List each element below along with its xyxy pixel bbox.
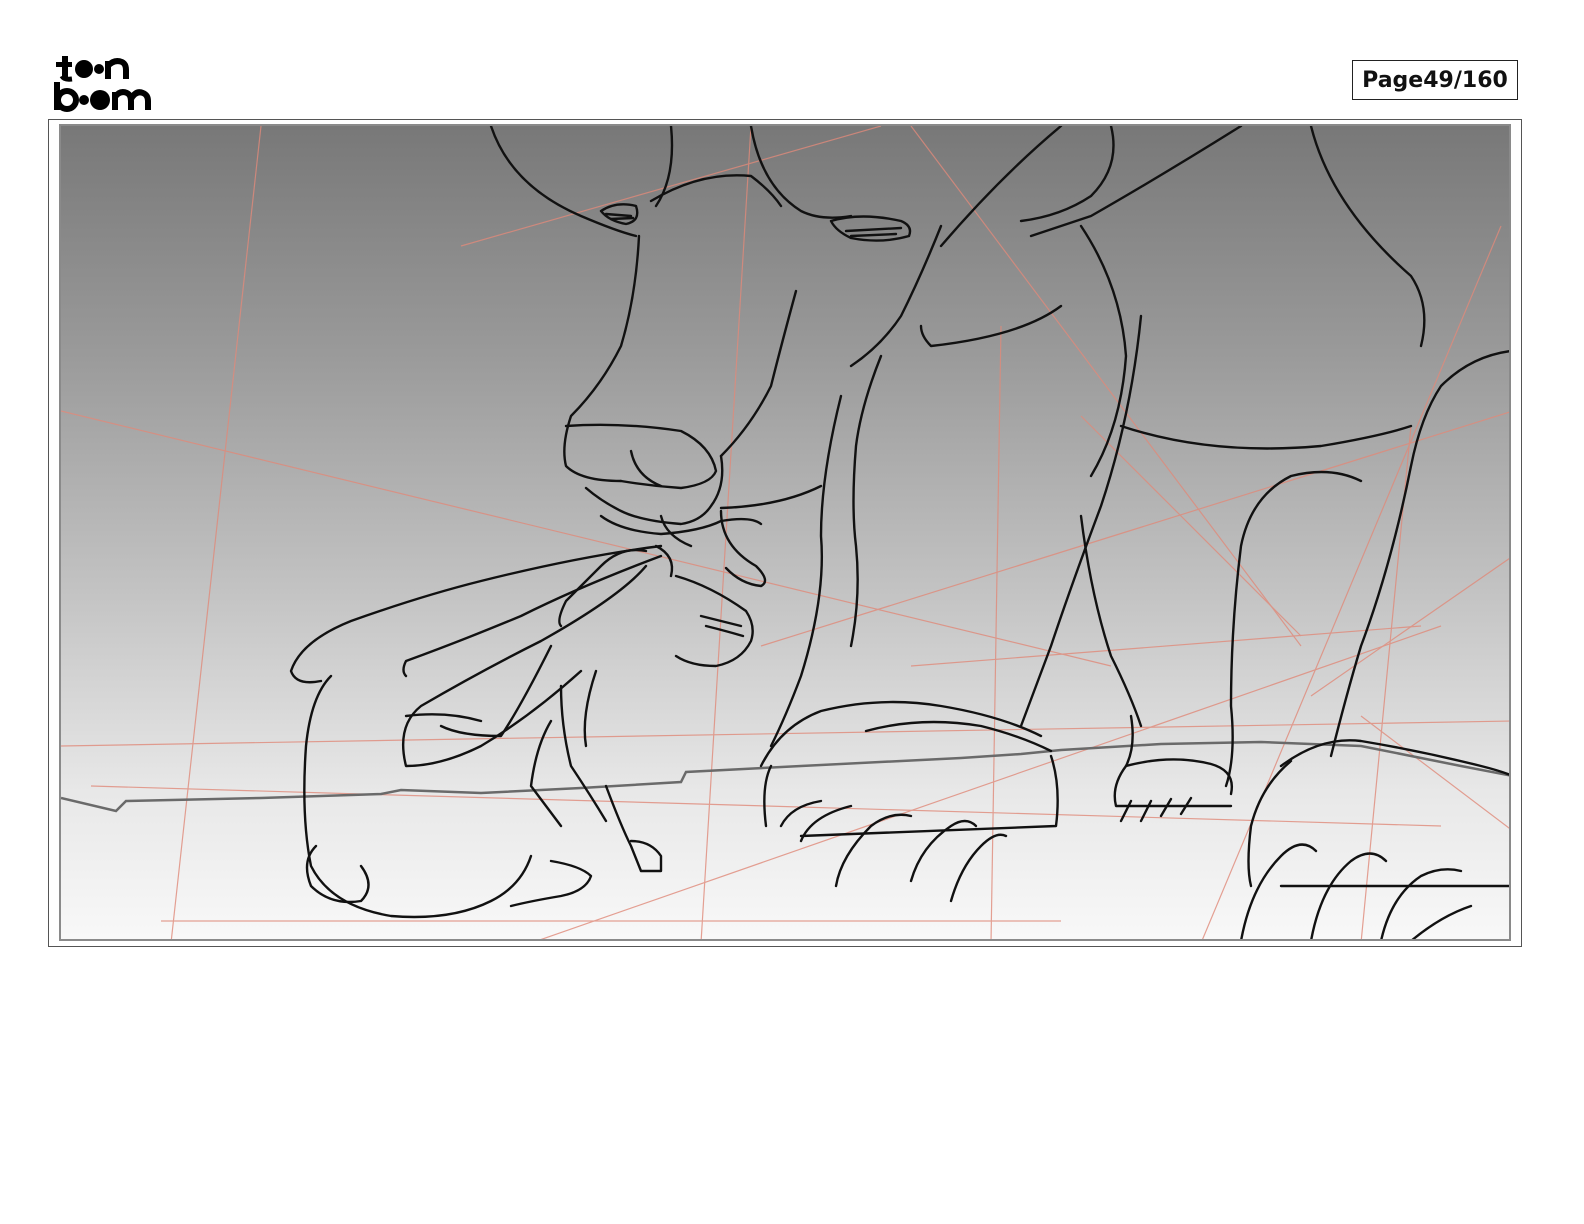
- storyboard-sketch-icon: [61, 126, 1509, 939]
- storyboard-panel: [59, 124, 1511, 941]
- toon-boom-logo-icon: [54, 56, 151, 112]
- horizon-line: [61, 740, 1509, 813]
- page-label: Page: [1362, 67, 1424, 93]
- dog-sketch: [489, 126, 1509, 939]
- page-number: 49/160: [1423, 67, 1508, 93]
- page-number-badge: Page 49/160: [1352, 60, 1518, 100]
- toon-boom-logo: [52, 52, 164, 112]
- rabbit-sketch: [289, 544, 754, 919]
